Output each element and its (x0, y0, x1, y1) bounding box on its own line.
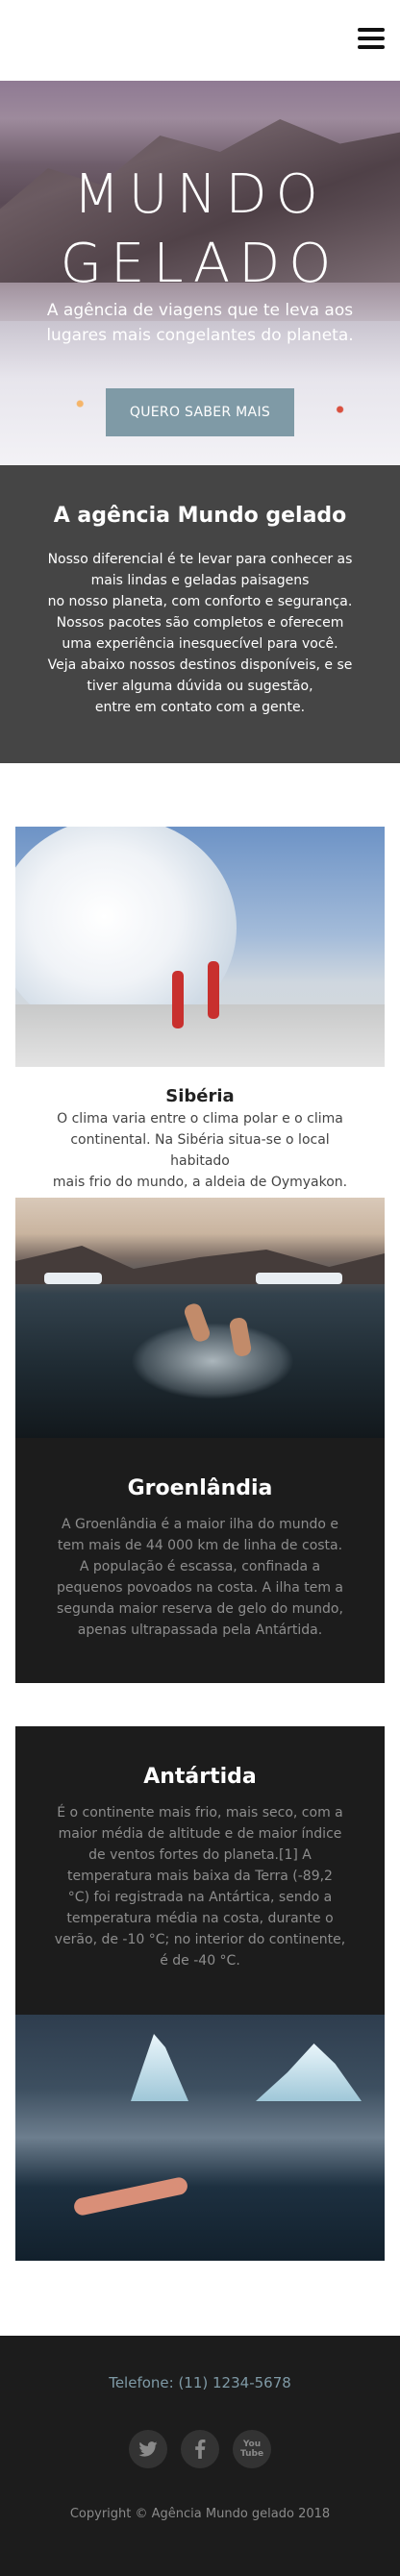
hero-subtitle: A agência de viagens que te leva aos lug… (46, 301, 354, 345)
person-figure (208, 961, 219, 1019)
facebook-f-glyph (195, 2440, 206, 2459)
destination-title: Sibéria (165, 1086, 235, 1106)
destination-text: É o continente mais frio, mais seco, com… (54, 1805, 346, 1969)
destination-title: Groenlândia (127, 1476, 273, 1500)
greenland-photo (15, 1198, 385, 1438)
swimmer-figure (72, 2175, 189, 2217)
iceberg (256, 2043, 362, 2101)
youtube-icon[interactable]: You Tube (233, 2430, 271, 2468)
destination-card-antarctica: Antártida É o continente mais frio, mais… (15, 1726, 385, 2261)
about-text: Nosso diferencial é te levar para conhec… (47, 552, 353, 715)
about-heading: A agência Mundo gelado (53, 504, 347, 528)
hero-title-line2: GELADO (60, 233, 340, 295)
destination-text: O clima varia entre o clima polar e o cl… (52, 1111, 348, 1190)
siberia-photo (15, 827, 385, 1067)
antarctica-info-block: Antártida É o continente mais frio, mais… (15, 1726, 385, 2015)
greenland-info-block: Groenlândia A Groenlândia é a maior ilha… (15, 1438, 385, 1683)
destination-card-siberia: Sibéria O clima varia entre o clima pola… (15, 827, 385, 1193)
youtube-logo-text: You Tube (239, 2440, 264, 2459)
hamburger-line (358, 28, 385, 32)
copyright-text: Copyright © Agência Mundo gelado 2018 (69, 2507, 331, 2521)
hamburger-line (358, 45, 385, 49)
footer-phone: Telefone: (11) 1234-5678 (109, 2374, 291, 2391)
hero-title-line1: MUNDO (73, 163, 327, 226)
hero-banner: MUNDO GELADO A agência de viagens que te… (0, 81, 400, 465)
social-links: You Tube (0, 2430, 400, 2468)
footer: Telefone: (11) 1234-5678 You Tube Copyri… (0, 2336, 400, 2576)
about-section: A agência Mundo gelado Nosso diferencial… (0, 465, 400, 763)
person-figure (172, 971, 184, 1028)
hero-title: MUNDO GELADO (0, 161, 400, 299)
learn-more-button[interactable]: QUERO SABER MAIS (106, 388, 294, 436)
iceberg (131, 2034, 188, 2101)
top-bar (0, 0, 400, 81)
antarctica-photo (15, 2015, 385, 2261)
hamburger-line (358, 37, 385, 40)
destination-title: Antártida (143, 1765, 257, 1789)
ice-floe (256, 1273, 342, 1284)
twitter-icon[interactable] (129, 2430, 167, 2468)
snow-ground (15, 1004, 385, 1067)
facebook-icon[interactable] (181, 2430, 219, 2468)
destination-text: A Groenlândia é a maior ilha do mundo e … (56, 1517, 344, 1638)
destination-card-greenland: Groenlândia A Groenlândia é a maior ilha… (15, 1198, 385, 1683)
ice-floe (44, 1273, 102, 1284)
twitter-bird-glyph (138, 2441, 158, 2457)
water-splash (131, 1323, 294, 1399)
hamburger-menu-icon[interactable] (358, 28, 385, 49)
